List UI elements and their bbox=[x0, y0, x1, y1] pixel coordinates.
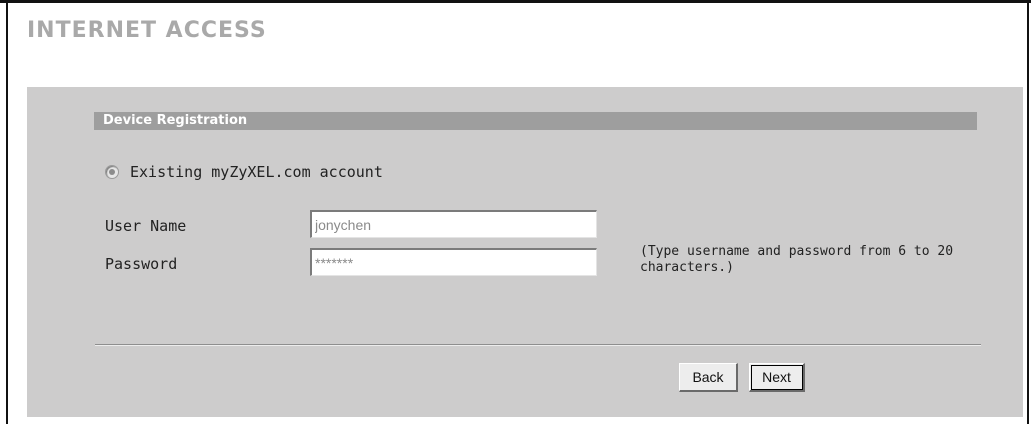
section-header: Device Registration bbox=[94, 112, 977, 130]
existing-account-radio[interactable] bbox=[105, 165, 119, 179]
existing-account-option[interactable]: Existing myZyXEL.com account bbox=[105, 162, 383, 182]
username-label: User Name bbox=[105, 217, 187, 235]
frame-border-left bbox=[6, 0, 8, 424]
divider bbox=[95, 344, 981, 346]
existing-account-label: Existing myZyXEL.com account bbox=[130, 163, 383, 181]
frame-border-right bbox=[1027, 0, 1029, 424]
password-label: Password bbox=[105, 255, 178, 273]
section-title: Device Registration bbox=[103, 113, 248, 128]
password-input[interactable] bbox=[310, 248, 597, 276]
credentials-hint: (Type username and password from 6 to 20… bbox=[640, 244, 954, 275]
next-button[interactable]: Next bbox=[749, 363, 805, 392]
back-button[interactable]: Back bbox=[679, 363, 738, 392]
content-panel: Device Registration Existing myZyXEL.com… bbox=[27, 87, 1023, 417]
radio-selected-dot bbox=[109, 169, 115, 175]
username-input[interactable] bbox=[310, 210, 597, 238]
top-rule bbox=[0, 0, 1031, 3]
page-title: INTERNET ACCESS bbox=[27, 18, 267, 43]
